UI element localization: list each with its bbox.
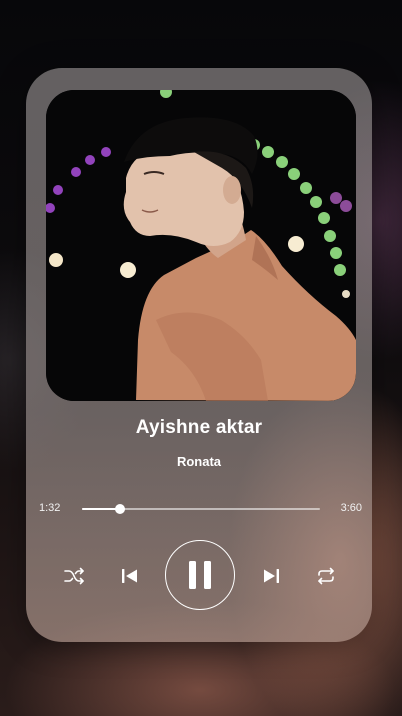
shuffle-button[interactable] <box>60 564 88 588</box>
next-button[interactable] <box>257 564 285 588</box>
repeat-icon <box>315 567 337 585</box>
skip-next-icon <box>262 567 280 585</box>
total-time: 3:60 <box>340 502 362 514</box>
elapsed-time: 1:32 <box>39 502 61 514</box>
shuffle-icon <box>63 567 85 585</box>
pause-icon <box>186 560 214 590</box>
progress-thumb[interactable] <box>115 504 126 514</box>
player-card: Ayishne aktar Ronata 1:32 3:60 <box>26 68 372 642</box>
previous-button[interactable] <box>116 564 144 588</box>
skip-previous-icon <box>121 567 139 585</box>
song-title: Ayishne aktar <box>135 417 263 438</box>
artist-name: Ronata <box>176 454 222 469</box>
progress-slider[interactable] <box>82 504 320 514</box>
repeat-button[interactable] <box>312 564 340 588</box>
album-artwork <box>46 90 356 401</box>
pause-button[interactable] <box>165 540 235 610</box>
